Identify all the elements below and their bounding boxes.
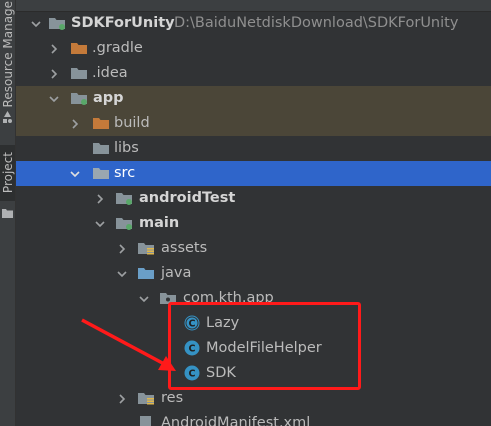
project-tab-icon [2, 206, 13, 218]
tree-item-label: res [161, 390, 184, 406]
chevron-right-icon[interactable] [47, 67, 61, 81]
chevron-down-icon[interactable] [47, 92, 61, 106]
annotation-highlight-box [168, 302, 361, 390]
tree-item-label: src [114, 165, 136, 181]
tree-item-idea[interactable]: .idea [16, 61, 491, 86]
resource-folder-icon [138, 393, 154, 405]
root-label: SDKForUnity [71, 15, 175, 31]
tree-item-gradle[interactable]: .gradle [16, 36, 491, 61]
tree-item-label: .gradle [92, 40, 143, 56]
xml-file-icon [140, 416, 151, 426]
tree-item-label: assets [161, 240, 208, 256]
resource-manager-tab-label: Resource Manager [0, 0, 15, 108]
root-path: D:\BaiduNetdiskDownload\SDKForUnity [174, 15, 459, 31]
source-folder-icon [138, 268, 154, 279]
tree-item-label: main [139, 215, 180, 231]
tree-item-label: AndroidManifest.xml [161, 415, 311, 426]
tree-item-src[interactable]: src [16, 161, 491, 186]
tree-item-androidtest[interactable]: androidTest [16, 186, 491, 211]
tree-item-java[interactable]: java [16, 261, 491, 286]
module-folder-icon [71, 93, 87, 105]
tree-item-label: libs [114, 140, 139, 156]
left-tool-strip: Resource Manager Project [0, 0, 16, 426]
chevron-down-icon[interactable] [68, 167, 82, 181]
folder-icon [93, 143, 109, 154]
chevron-down-icon[interactable] [29, 17, 43, 31]
tree-item-label: java [161, 265, 192, 281]
tree-item-app[interactable]: app [16, 86, 491, 111]
tree-item-libs[interactable]: libs [16, 136, 491, 161]
tree-item-label: app [93, 90, 124, 106]
tree-item-label: .idea [92, 65, 128, 81]
tree-item-label: androidTest [139, 190, 236, 206]
tree-item-assets[interactable]: assets [16, 236, 491, 261]
folder-icon [93, 168, 109, 179]
chevron-down-icon[interactable] [93, 217, 107, 231]
chevron-right-icon[interactable] [68, 117, 82, 131]
tree-item-androidmanifest[interactable]: AndroidManifest.xml [16, 411, 491, 426]
resource-manager-icon [2, 110, 13, 124]
module-folder-icon [49, 18, 65, 30]
chevron-right-icon[interactable] [93, 192, 107, 206]
source-set-folder-icon [116, 218, 132, 230]
folder-icon [71, 43, 87, 54]
annotation-arrow-icon [81, 318, 176, 371]
resource-folder-icon [138, 243, 154, 255]
chevron-right-icon[interactable] [115, 392, 129, 406]
project-tab[interactable]: Project [0, 145, 15, 201]
source-set-folder-icon [116, 193, 132, 205]
chevron-down-icon[interactable] [115, 267, 129, 281]
tree-root-sdkforunity[interactable]: SDKForUnity D:\BaiduNetdiskDownload\SDKF… [16, 11, 491, 36]
tree-item-build[interactable]: build [16, 111, 491, 136]
chevron-right-icon[interactable] [47, 42, 61, 56]
folder-icon [71, 68, 87, 79]
chevron-down-icon[interactable] [137, 292, 151, 306]
tree-item-label: build [114, 115, 150, 131]
chevron-right-icon[interactable] [115, 242, 129, 256]
project-tab-label: Project [0, 152, 15, 194]
excluded-folder-icon [93, 118, 109, 129]
resource-manager-tab[interactable]: Resource Manager [0, 0, 15, 108]
tree-item-main[interactable]: main [16, 211, 491, 236]
